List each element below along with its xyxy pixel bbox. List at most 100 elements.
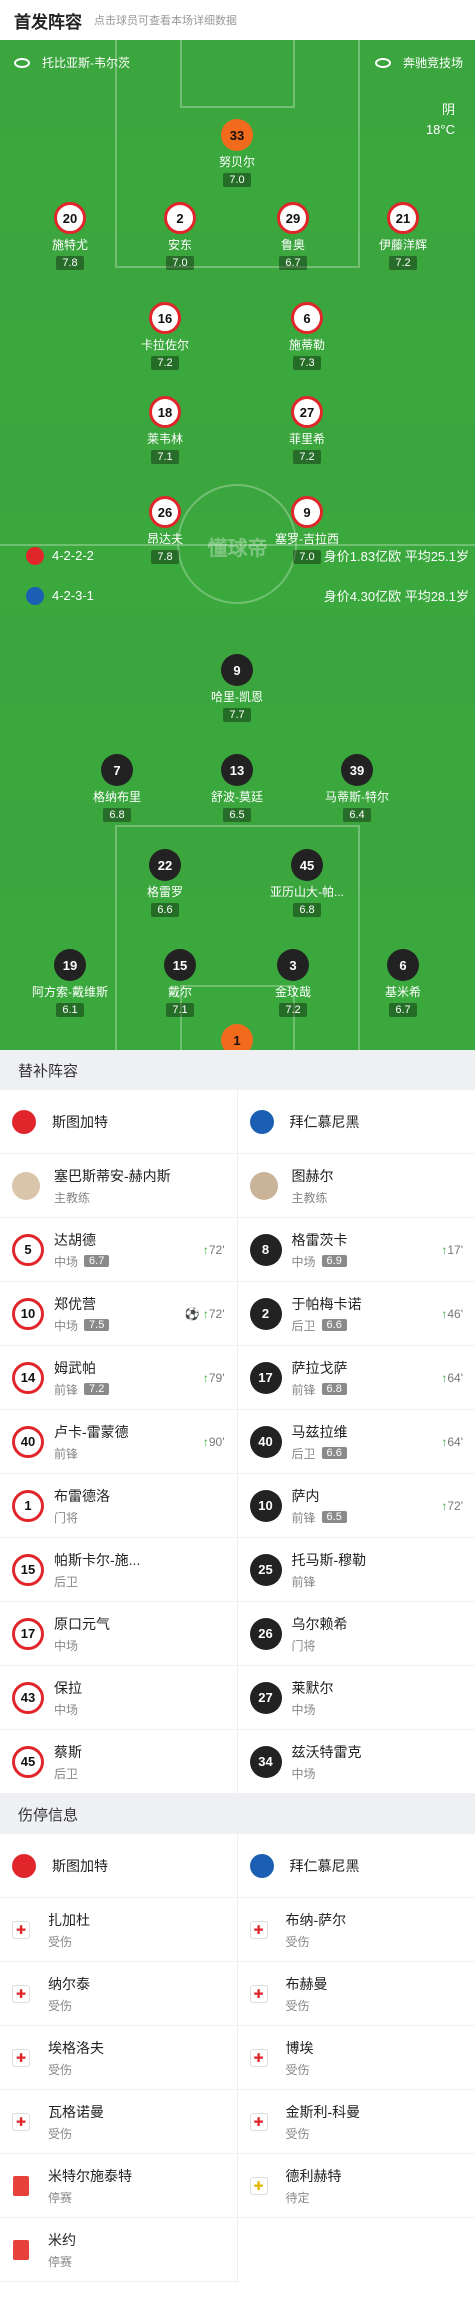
sub-player-name: 卢卡-雷蒙德: [54, 1423, 129, 1440]
home-coach-avatar: [12, 1171, 40, 1200]
sub-player-position: 后卫: [54, 1574, 79, 1589]
red-card-icon: [13, 2175, 29, 2196]
injury-cross-icon: ✚: [12, 1920, 30, 1939]
home-team-row: 4-2-2-2 身价1.83亿欧 平均25.1岁: [0, 546, 475, 565]
injury-row[interactable]: ✚ 扎加杜 受伤: [0, 1898, 237, 1962]
injury-away-team-row[interactable]: 拜仁慕尼黑: [237, 1834, 475, 1898]
subs-away-team-row[interactable]: 拜仁慕尼黑: [237, 1090, 475, 1154]
sub-player-row[interactable]: 40 卢卡-雷蒙德 前锋 ↑90': [0, 1410, 237, 1474]
sub-in-indicator: ↑64': [441, 1435, 463, 1449]
pitch-player[interactable]: 1诺伊尔★8.1: [182, 1024, 292, 1050]
pitch-player[interactable]: 9 哈里-凯恩 7.7: [182, 654, 292, 723]
pitch-player[interactable]: 22 格雷罗 6.6: [110, 849, 220, 918]
pitch-player[interactable]: 21 伊藤洋辉 7.2: [348, 202, 458, 271]
sub-player-row[interactable]: 10 郑优营 中场 7.5 ⚽ ↑72': [0, 1282, 237, 1346]
pitch-player[interactable]: 29 鲁奥 6.7: [238, 202, 348, 271]
subs-home-team-row[interactable]: 斯图加特: [0, 1090, 237, 1154]
pitch-player[interactable]: 26 昂达夫 7.8: [110, 496, 220, 565]
rating-wrap: 7.2: [110, 353, 220, 371]
injury-row[interactable]: ✚ 博埃 受伤: [237, 2026, 475, 2090]
sub-player-row[interactable]: 5 达胡德 中场 6.7 ↑72': [0, 1218, 237, 1282]
injury-row[interactable]: ✚ 布赫曼 受伤: [237, 1962, 475, 2026]
sub-player-row[interactable]: 17 原口元气 中场: [0, 1602, 237, 1666]
jersey-number: 26: [249, 1617, 282, 1650]
injury-row[interactable]: ✚ 金斯利-科曼 受伤: [237, 2090, 475, 2154]
sub-player-name: 姆武帕: [54, 1359, 96, 1376]
sub-in-indicator: ↑64': [441, 1371, 463, 1385]
jersey-number: 13: [221, 754, 253, 786]
home-coach-row[interactable]: 塞巴斯蒂安-赫内斯 主教练: [0, 1154, 237, 1218]
sub-player-row[interactable]: 8 格雷茨卡 中场 6.9 ↑17': [237, 1218, 475, 1282]
rating-wrap: 7.2: [252, 447, 362, 465]
sub-player-row[interactable]: 2 于帕梅卡诺 后卫 6.6 ↑46': [237, 1282, 475, 1346]
injury-player-name: 博埃: [285, 2039, 314, 2056]
sub-player-meta: 中场: [54, 1701, 225, 1718]
pitch-player[interactable]: 3 金玟哉 7.2: [238, 949, 348, 1018]
pitch-player[interactable]: 39 马蒂斯-特尔 6.4: [302, 754, 412, 823]
jersey-number: 25: [249, 1553, 282, 1586]
pitch-player[interactable]: 18 莱韦林 7.1: [110, 396, 220, 465]
player-name: 舒波-莫廷: [211, 790, 263, 804]
player-rating: 7.7: [223, 708, 251, 722]
pitch-player[interactable]: 20 施特尤 7.8: [15, 202, 125, 271]
sub-player-row[interactable]: 40 马兹拉维 后卫 6.6 ↑64': [237, 1410, 475, 1474]
sub-player-meta: 中场 6.7: [54, 1253, 203, 1270]
sub-player-row[interactable]: 25 托马斯-穆勒 前锋: [237, 1538, 475, 1602]
injury-status: 受伤: [48, 2126, 73, 2141]
sub-player-row[interactable]: 26 乌尔赖希 门将: [237, 1602, 475, 1666]
pitch-player[interactable]: 19 阿方索-戴维斯 6.1: [15, 949, 125, 1018]
away-coach-row[interactable]: 图赫尔 主教练: [237, 1154, 475, 1218]
sub-in-minute: 46': [447, 1306, 463, 1321]
jersey-number: 17: [12, 1617, 44, 1650]
injury-status: 停赛: [48, 2254, 73, 2269]
sub-player-meta: 前锋 6.8: [292, 1381, 442, 1398]
pitch-player[interactable]: 16 卡拉佐尔 7.2: [110, 302, 220, 371]
sub-in-minute: 17': [447, 1242, 463, 1257]
pitch-player[interactable]: 33 努贝尔 7.0: [182, 119, 292, 188]
jersey-number: 29: [277, 202, 309, 234]
sub-player-row[interactable]: 43 保拉 中场: [0, 1666, 237, 1730]
sub-player-meta: 前锋: [54, 1445, 203, 1462]
sub-player-meta: 中场: [292, 1765, 464, 1782]
jersey-number: 40: [249, 1425, 282, 1458]
injury-row[interactable]: ✚ 德利赫特 待定: [237, 2154, 475, 2218]
sub-player-position: 中场: [54, 1638, 79, 1653]
pitch-player[interactable]: 7 格纳布里 6.8: [62, 754, 172, 823]
jersey-number: 45: [291, 849, 323, 881]
sub-player-row[interactable]: 15 帕斯卡尔-施... 后卫: [0, 1538, 237, 1602]
sub-player-row[interactable]: 14 姆武帕 前锋 7.2 ↑79': [0, 1346, 237, 1410]
injury-row[interactable]: ✚ 瓦格诺曼 受伤: [0, 2090, 237, 2154]
sub-player-row[interactable]: 10 萨内 前锋 6.5 ↑72': [237, 1474, 475, 1538]
pitch-player[interactable]: 27 菲里希 7.2: [252, 396, 362, 465]
injury-status: 受伤: [48, 1934, 73, 1949]
injury-row[interactable]: ✚ 埃格洛夫 受伤: [0, 2026, 237, 2090]
pitch-player[interactable]: 2 安东 7.0: [125, 202, 235, 271]
injury-home-team-row[interactable]: 斯图加特: [0, 1834, 237, 1898]
sub-player-name: 马兹拉维: [291, 1423, 348, 1440]
sub-player-name: 萨拉戈萨: [291, 1359, 348, 1376]
sub-player-row[interactable]: 34 兹沃特雷克 中场: [237, 1730, 475, 1794]
pitch-player[interactable]: 6 基米希 6.7: [348, 949, 458, 1018]
pitch-player[interactable]: 13 舒波-莫廷 6.5: [182, 754, 292, 823]
rating-wrap: 7.7: [182, 705, 292, 723]
injury-row[interactable]: 米特尔施泰特 停赛: [0, 2154, 237, 2218]
sub-player-row[interactable]: 27 莱默尔 中场: [237, 1666, 475, 1730]
pitch-player[interactable]: 6 施蒂勒 7.3: [252, 302, 362, 371]
weather-info: 阴 18°C: [426, 100, 455, 140]
venue-icon: [374, 57, 391, 68]
sub-player-rating: 6.8: [321, 1383, 347, 1395]
injury-row[interactable]: ✚ 布纳-萨尔 受伤: [237, 1898, 475, 1962]
sub-player-row[interactable]: 17 萨拉戈萨 前锋 6.8 ↑64': [237, 1346, 475, 1410]
sub-player-row[interactable]: 1 布雷德洛 门将: [0, 1474, 237, 1538]
injury-row[interactable]: 米约 停赛: [0, 2218, 237, 2282]
sub-player-info: 布雷德洛 门将: [54, 1486, 225, 1526]
sub-player-name: 帕斯卡尔-施...: [54, 1551, 141, 1568]
pitch-player[interactable]: 15 戴尔 7.1: [125, 949, 235, 1018]
sub-player-row[interactable]: 45 蔡斯 后卫: [0, 1730, 237, 1794]
pitch-player[interactable]: 9 塞罗-吉拉西 7.0: [252, 496, 362, 565]
sub-in-indicator: ↑72': [203, 1243, 225, 1257]
sub-player-info: 萨内 前锋 6.5: [292, 1486, 442, 1526]
rating-wrap: 6.7: [348, 1000, 458, 1018]
pitch-player[interactable]: 45 亚历山大-帕... 6.8: [252, 849, 362, 918]
injury-row[interactable]: ✚ 纳尔泰 受伤: [0, 1962, 237, 2026]
